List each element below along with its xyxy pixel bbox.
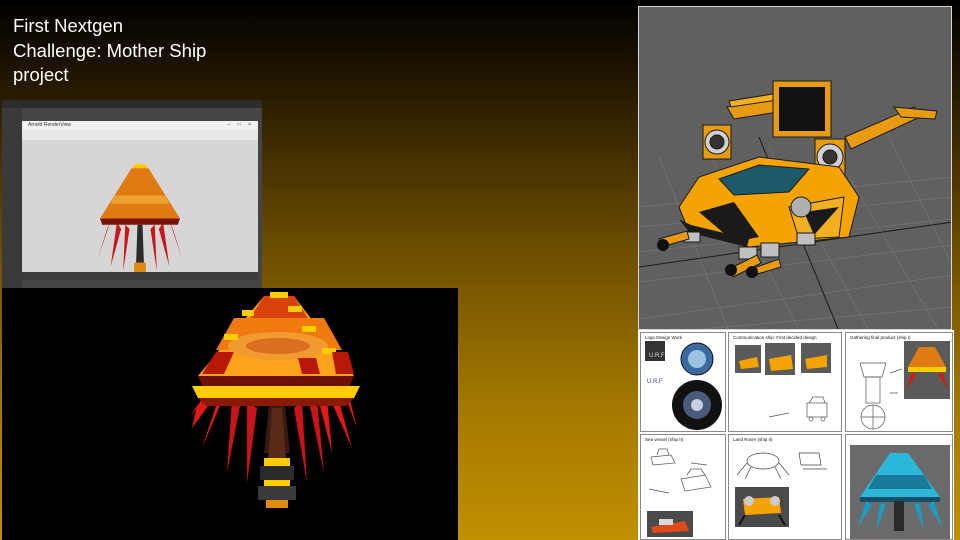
jellyfish-ship-small xyxy=(98,163,182,272)
software-screenshot: Arnold RenderView – □ × xyxy=(2,100,262,288)
rover-model-view xyxy=(639,80,951,329)
viewport-3d xyxy=(638,6,952,330)
sea-vessel-sketches xyxy=(647,448,712,537)
communication-ship-sketches xyxy=(735,343,831,422)
board-cell-communication-ship: Communication ship: First decided design xyxy=(728,332,842,432)
slide-title-line-2: Challenge: Mother Ship xyxy=(13,39,207,61)
ship-one-sketches xyxy=(859,341,950,430)
render-window-title: Arnold RenderView xyxy=(28,122,71,128)
board-cell-title: Logo Design Work xyxy=(645,335,682,340)
board-cell-title: Gathering final product (ship I) xyxy=(850,335,911,340)
app-menubar xyxy=(2,100,262,108)
svg-text:U.R.F: U.R.F xyxy=(649,353,665,359)
app-side-panel xyxy=(2,108,22,288)
jellyfish-ship-large xyxy=(190,292,360,508)
board-cell-sea-vessel: Sea vessel (ship II) xyxy=(640,434,726,540)
land-rover-sketches xyxy=(735,452,827,527)
board-cell-land-rover: Land Rover (ship II) xyxy=(728,434,842,540)
render-window-canvas xyxy=(22,140,258,272)
teal-ship-render xyxy=(850,445,950,539)
logo-artwork: U.R.F U.R.F xyxy=(645,341,722,430)
window-controls: – □ × xyxy=(227,122,254,128)
slide-title-line-3: project xyxy=(13,64,69,85)
board-cell-ship-one: Gathering final product (ship I) xyxy=(845,332,953,432)
board-cell-logo: Logo Design Work U.R.F U.R.F xyxy=(640,332,726,432)
board-cell-title: Communication ship: First decided design xyxy=(733,335,817,340)
render-window-titlebar: Arnold RenderView – □ × xyxy=(22,121,258,130)
slide-title-line-1: First Nextgen xyxy=(13,15,124,36)
logo-text: U.R.F xyxy=(647,379,663,385)
board-cell-final-render xyxy=(845,434,953,540)
render-window-statusbar xyxy=(22,272,258,280)
slide-title: First Nextgen Challenge: Mother Ship pro… xyxy=(13,14,273,88)
board-cell-title: Sea vessel (ship II) xyxy=(645,437,684,442)
jellyfish-render xyxy=(2,288,458,540)
concept-board: Logo Design Work U.R.F U.R.F Communicati… xyxy=(638,330,954,540)
render-window-toolbar xyxy=(22,130,258,140)
board-cell-title: Land Rover (ship II) xyxy=(733,437,773,442)
